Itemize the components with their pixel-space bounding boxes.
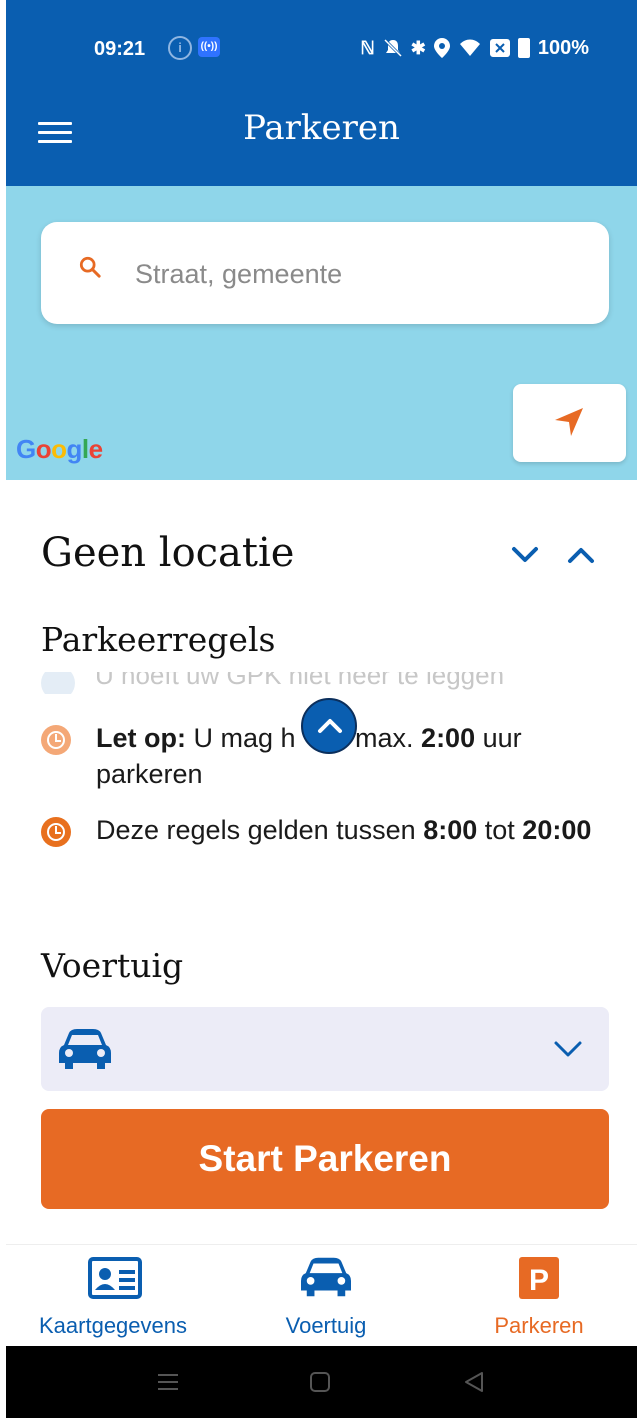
clock-icon bbox=[41, 725, 71, 755]
radio-icon: ((•)) bbox=[198, 37, 220, 57]
bluetooth-icon: ✱ bbox=[410, 38, 426, 58]
battery-percent: 100% bbox=[537, 37, 589, 59]
locate-button[interactable] bbox=[513, 384, 626, 462]
sim-icon bbox=[489, 39, 510, 57]
search-icon bbox=[79, 256, 101, 278]
rule-text: Deze regels gelden tussen 8:00 tot 20:00 bbox=[96, 815, 592, 845]
mute-icon bbox=[383, 38, 402, 58]
page-title: Parkeren bbox=[243, 108, 400, 148]
back-icon[interactable] bbox=[462, 1370, 486, 1394]
vehicle-title: Voertuig bbox=[41, 946, 184, 985]
status-icons: ℕ ✱ 100% bbox=[360, 36, 589, 60]
map-view[interactable]: Google bbox=[6, 186, 637, 480]
parking-icon: P bbox=[519, 1257, 559, 1299]
faded-rule: U hoeft uw GPK niet neer te leggen bbox=[41, 672, 601, 694]
nav-label: Kaartgegevens bbox=[39, 1313, 187, 1338]
start-parking-button[interactable]: Start Parkeren bbox=[41, 1109, 609, 1209]
chevron-down-icon bbox=[554, 1041, 582, 1057]
status-time: 09:21 bbox=[94, 38, 146, 60]
nav-label: Parkeren bbox=[494, 1313, 584, 1338]
location-title: Geen locatie bbox=[41, 530, 295, 576]
clock-icon bbox=[41, 817, 71, 847]
app-screen: 09:21 i ((•)) ℕ ✱ 100% Parkeren Straat, … bbox=[6, 0, 637, 1418]
battery-icon bbox=[517, 38, 530, 58]
recent-apps-icon[interactable] bbox=[156, 1370, 180, 1394]
chevron-down-icon[interactable] bbox=[510, 544, 540, 566]
rules-title: Parkeerregels bbox=[41, 620, 276, 659]
rule-item: Deze regels gelden tussen 8:00 tot 20:00 bbox=[41, 812, 601, 848]
info-icon: i bbox=[168, 36, 192, 60]
search-input[interactable] bbox=[133, 250, 577, 298]
app-bar: 09:21 i ((•)) ℕ ✱ 100% Parkeren bbox=[6, 0, 637, 186]
id-card-icon bbox=[88, 1257, 142, 1299]
nav-item-kaartgegevens[interactable]: Kaartgegevens bbox=[8, 1245, 218, 1347]
location-icon bbox=[433, 38, 450, 58]
nav-item-parkeren[interactable]: P Parkeren bbox=[434, 1245, 637, 1347]
system-navigation-bar bbox=[6, 1346, 637, 1418]
car-icon bbox=[301, 1257, 351, 1297]
scroll-up-button[interactable] bbox=[301, 698, 357, 754]
bottom-navigation: Kaartgegevens Voertuig P Parkeren bbox=[6, 1244, 637, 1347]
chevron-up-icon[interactable] bbox=[566, 544, 596, 566]
vehicle-select[interactable] bbox=[41, 1007, 609, 1091]
wifi-icon bbox=[459, 39, 480, 56]
home-icon[interactable] bbox=[308, 1370, 332, 1394]
nav-item-voertuig[interactable]: Voertuig bbox=[221, 1245, 431, 1347]
google-attribution: Google bbox=[16, 434, 103, 464]
clock-icon bbox=[41, 672, 75, 694]
navigation-arrow-icon bbox=[555, 408, 583, 436]
search-box[interactable] bbox=[41, 222, 609, 324]
status-bar: 09:21 i ((•)) ℕ ✱ 100% bbox=[6, 36, 637, 66]
nav-label: Voertuig bbox=[285, 1313, 367, 1338]
nfc-icon: ℕ bbox=[360, 38, 375, 58]
svg-text:P: P bbox=[529, 1264, 549, 1297]
chevron-up-icon bbox=[318, 719, 342, 733]
car-icon bbox=[59, 1029, 111, 1069]
faded-rule-text: U hoeft uw GPK niet neer te leggen bbox=[95, 672, 505, 690]
